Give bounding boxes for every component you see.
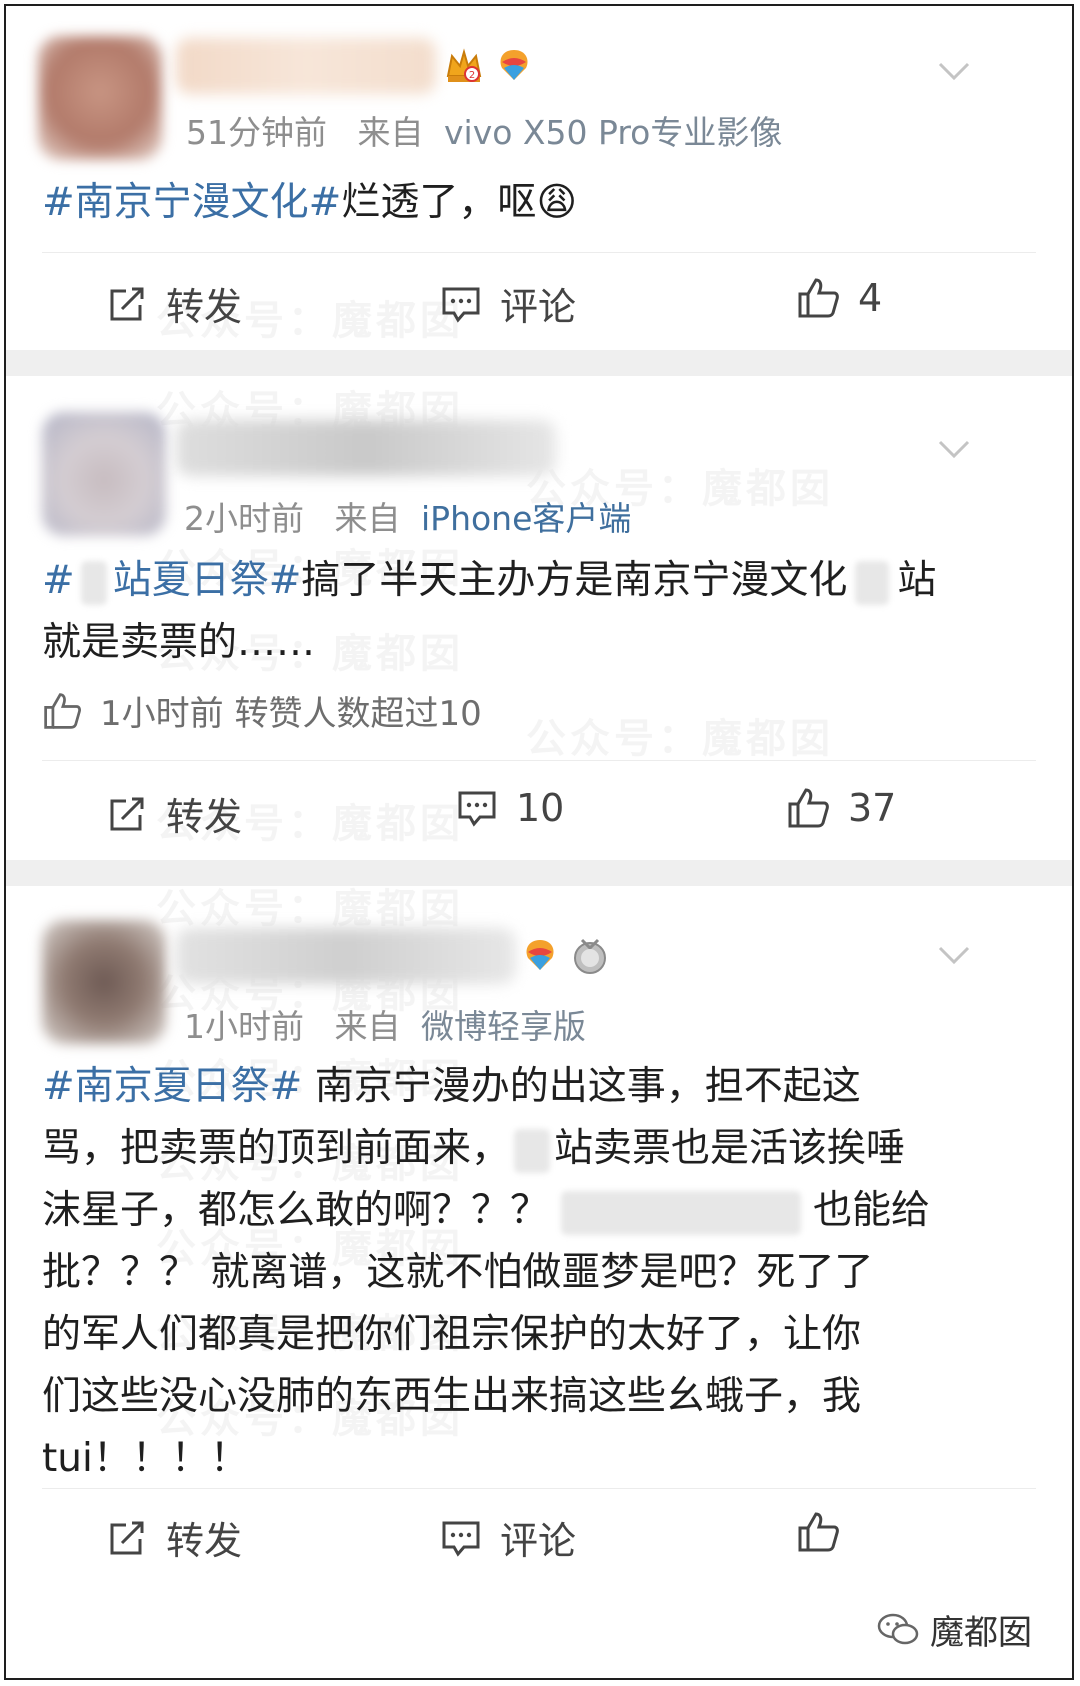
vomit-emoji-icon: 😩 <box>536 180 578 225</box>
source-prefix: 来自 <box>334 499 401 538</box>
comment-button[interactable]: 评论 <box>440 1510 576 1565</box>
thumbs-up-icon <box>798 278 839 318</box>
repost-label: 转发 <box>166 285 243 329</box>
source-prefix: 来自 <box>357 113 424 152</box>
username-blurred[interactable] <box>176 38 436 94</box>
thumbs-up-icon <box>798 1512 839 1552</box>
avatar[interactable] <box>42 920 166 1044</box>
hashtag-link[interactable]: #南京宁漫文化# <box>42 180 341 225</box>
post-meta: 51分钟前 来自 vivo X50 Pro专业影像 <box>186 106 782 154</box>
comment-count: 10 <box>516 786 565 830</box>
post-source: 微博轻享版 <box>421 1007 586 1046</box>
source-prefix: 来自 <box>334 1007 401 1046</box>
comment-label: 评论 <box>500 1519 577 1563</box>
post-meta: 2小时前 来自 iPhone客户端 <box>184 492 631 540</box>
brand-name: 魔都囡 <box>930 1613 1032 1653</box>
post-separator <box>6 350 1072 376</box>
post-source[interactable]: iPhone客户端 <box>421 499 631 538</box>
post-separator <box>6 860 1072 886</box>
balloon-badge-icon <box>494 46 534 86</box>
like-button[interactable]: 4 <box>796 276 882 320</box>
comment-icon <box>442 287 480 323</box>
repost-label: 转发 <box>166 1519 243 1563</box>
watermark: 公众号：魔都囡 <box>526 706 834 764</box>
svg-text:2: 2 <box>469 70 475 81</box>
comment-icon <box>458 791 496 827</box>
wechat-logo-icon <box>877 1613 919 1644</box>
brand-watermark: 魔都囡 <box>876 1605 1032 1654</box>
comment-button[interactable]: 评论 <box>440 276 576 331</box>
repost-button[interactable]: 转发 <box>106 786 242 841</box>
thumbs-up-icon <box>788 788 829 828</box>
divider <box>42 252 1036 253</box>
thumbs-up-icon <box>44 692 81 729</box>
hashtag-link[interactable]: #南京夏日祭# <box>42 1064 302 1109</box>
comment-icon <box>442 1521 480 1557</box>
username-blurred[interactable] <box>176 928 516 984</box>
repost-icon <box>110 797 144 830</box>
repost-button[interactable]: 转发 <box>106 276 242 331</box>
chevron-down-icon[interactable] <box>936 430 972 466</box>
chevron-down-icon[interactable] <box>936 52 972 88</box>
repost-button[interactable]: 转发 <box>106 1510 242 1565</box>
like-button[interactable]: 37 <box>786 786 896 830</box>
like-button[interactable] <box>796 1510 858 1554</box>
comment-button[interactable]: 10 <box>456 786 564 830</box>
repost-icon <box>110 1521 144 1554</box>
post-meta: 1小时前 来自 微博轻享版 <box>184 1000 586 1048</box>
like-info: 1小时前 转赞人数超过10 <box>42 686 482 735</box>
avatar[interactable] <box>38 36 162 160</box>
like-count: 37 <box>848 786 897 830</box>
username-blurred[interactable] <box>176 420 556 476</box>
post-text: #南京宁漫文化#烂透了，呕😩 <box>42 180 578 225</box>
post-time: 2小时前 <box>184 499 304 538</box>
divider <box>42 760 1036 761</box>
post-source: vivo X50 Pro专业影像 <box>444 113 783 152</box>
repost-icon <box>110 287 144 320</box>
chevron-down-icon[interactable] <box>936 936 972 972</box>
post-time: 51分钟前 <box>186 113 327 152</box>
crown-badge-icon: 2 <box>444 46 484 86</box>
balloon-badge-icon <box>520 936 560 976</box>
like-count: 4 <box>858 276 883 320</box>
feed-screenshot: 公众号：魔都囡 公众号：魔都囡 公众号：魔都囡 公众号：魔都囡 公众号：魔都囡 … <box>4 4 1074 1680</box>
repost-label: 转发 <box>166 795 243 839</box>
post-text: # 站夏日祭#搞了半天主办方是南京宁漫文化站 就是卖票的…… <box>42 558 937 665</box>
post-text: #南京夏日祭# 南京宁漫办的出这事，担不起这 骂，把卖票的顶到前面来， 站卖票也是… <box>42 1064 931 1481</box>
avatar[interactable] <box>42 412 166 536</box>
like-info-text: 1小时前 转赞人数超过10 <box>100 694 482 734</box>
hashtag-link[interactable]: # 站夏日祭# <box>42 558 301 605</box>
divider <box>42 1488 1036 1489</box>
comment-label: 评论 <box>500 285 577 329</box>
medal-badge-icon <box>570 936 610 976</box>
post-time: 1小时前 <box>184 1007 304 1046</box>
